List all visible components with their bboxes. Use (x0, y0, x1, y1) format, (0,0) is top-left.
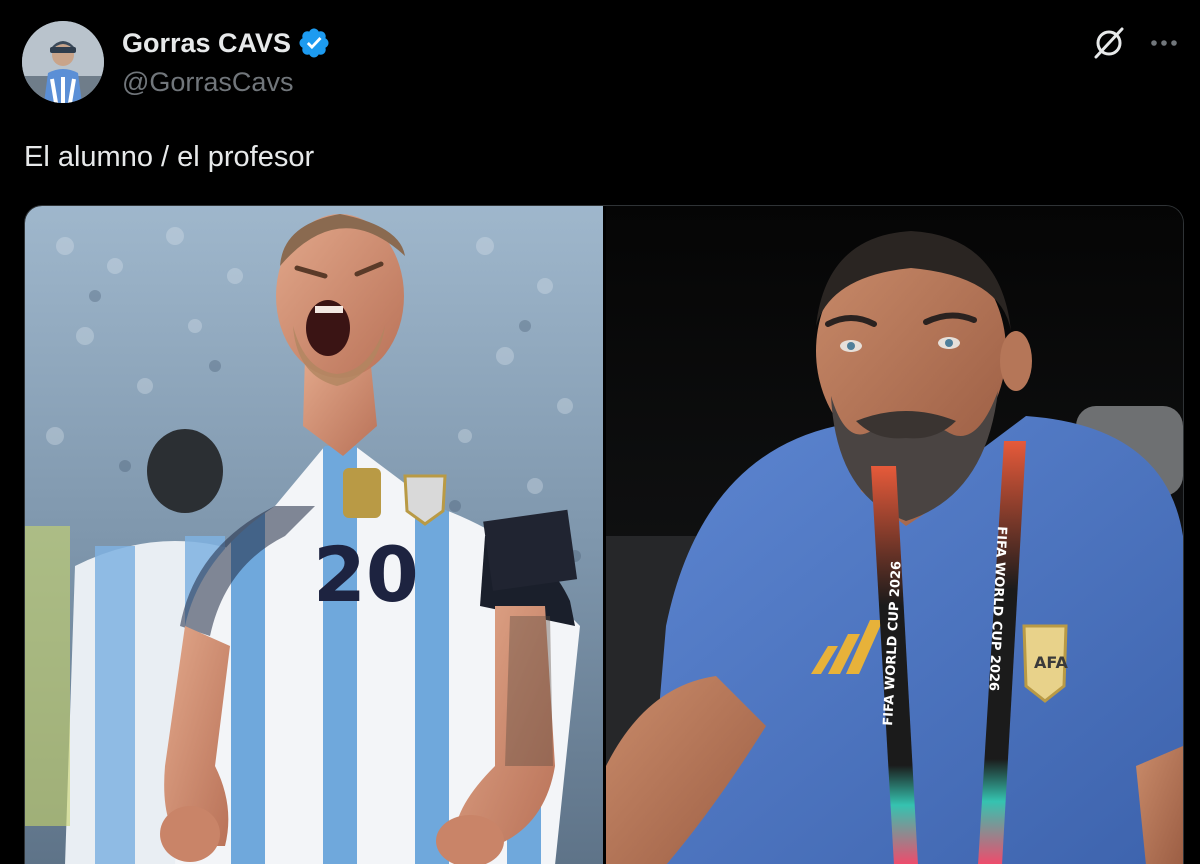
grok-button[interactable] (1090, 24, 1128, 62)
media-photo-player[interactable]: 20 (25, 206, 603, 864)
svg-text:AFA: AFA (1034, 653, 1068, 672)
tweet-media-grid: 20 AFA FIFA WORLD CUP 2026 FIFA WORLD CU… (24, 205, 1184, 864)
grok-icon (1094, 27, 1124, 59)
profile-photo (22, 21, 104, 103)
author-avatar[interactable] (22, 21, 104, 103)
player-photo: 20 (25, 206, 603, 864)
more-options-icon (1151, 40, 1177, 46)
more-options-button[interactable] (1146, 24, 1182, 62)
media-photo-coach[interactable]: AFA FIFA WORLD CUP 2026 FIFA WORLD CUP 2… (606, 206, 1183, 864)
coach-photo: AFA FIFA WORLD CUP 2026 FIFA WORLD CUP 2… (606, 206, 1183, 864)
tweet: Gorras CAVS @GorrasCavs El alumno / el p… (0, 0, 1200, 864)
tweet-text: El alumno / el profesor (24, 141, 315, 173)
author-handle[interactable]: @GorrasCavs (122, 66, 293, 98)
author-name-row[interactable]: Gorras CAVS (122, 26, 331, 60)
author-display-name[interactable]: Gorras CAVS (122, 27, 291, 59)
shirt-number: 20 (313, 530, 419, 619)
verified-badge-icon (299, 28, 329, 58)
